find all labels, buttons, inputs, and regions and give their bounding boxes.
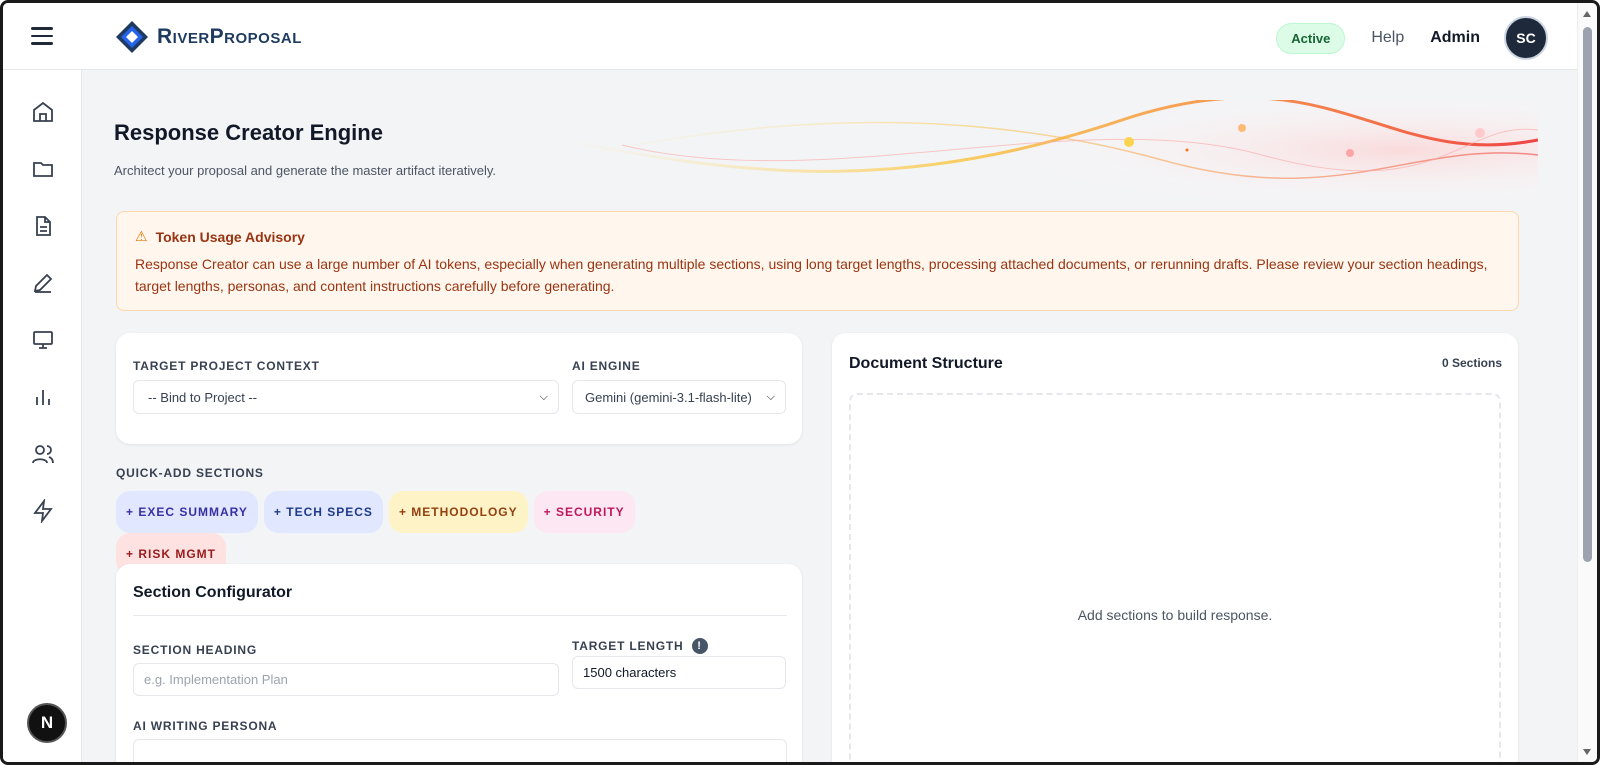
empty-state-text: Add sections to build response. bbox=[1077, 607, 1273, 623]
chevron-down-icon: ⌵ bbox=[539, 390, 548, 403]
section-count: 0 Sections bbox=[1441, 356, 1502, 370]
decorative-wave-graphic bbox=[562, 100, 1538, 200]
target-length-input[interactable]: 1500 characters bbox=[572, 656, 786, 689]
folder-icon[interactable] bbox=[31, 157, 55, 181]
structure-dropzone: Add sections to build response. bbox=[849, 393, 1501, 762]
warning-icon: ⚠ bbox=[135, 228, 148, 244]
logo-diamond-icon bbox=[116, 21, 148, 53]
section-heading-input[interactable]: e.g. Implementation Plan bbox=[133, 663, 559, 696]
header-actions: Active Help Admin SC bbox=[1276, 16, 1548, 60]
app-window: RiverProposal Active Help Admin SC N Res… bbox=[0, 0, 1600, 765]
monitor-icon[interactable] bbox=[31, 328, 55, 352]
pen-icon[interactable] bbox=[31, 271, 55, 295]
quick-add-chip[interactable]: + EXEC SUMMARY bbox=[116, 491, 258, 533]
n-floating-button[interactable]: N bbox=[27, 703, 67, 743]
menu-icon[interactable] bbox=[31, 27, 53, 45]
scroll-up-arrow[interactable] bbox=[1583, 11, 1591, 17]
section-heading-label: Section Heading bbox=[133, 643, 258, 657]
info-icon[interactable]: ! bbox=[691, 638, 708, 654]
help-link[interactable]: Help bbox=[1371, 29, 1404, 47]
target-length-label-wrap: Target Length ! bbox=[572, 638, 708, 654]
project-context-label: Target Project Context bbox=[133, 359, 320, 373]
quick-add-chip[interactable]: + TECH SPECS bbox=[263, 491, 383, 533]
target-length-label: Target Length bbox=[572, 639, 684, 653]
status-badge: Active bbox=[1276, 22, 1346, 54]
document-structure-title: Document Structure bbox=[849, 355, 1003, 372]
project-context-card: Target Project Context -- Bind to Projec… bbox=[116, 333, 802, 444]
scrollbar-thumb[interactable] bbox=[1583, 27, 1592, 562]
document-icon[interactable] bbox=[31, 214, 55, 238]
project-select-value: -- Bind to Project -- bbox=[148, 389, 258, 405]
document-structure-card: Document Structure 0 Sections Add sectio… bbox=[832, 333, 1518, 762]
brand-logo[interactable]: RiverProposal bbox=[115, 19, 302, 55]
configurator-title: Section Configurator bbox=[133, 584, 293, 601]
quick-add-chip[interactable]: + METHODOLOGY bbox=[388, 491, 528, 533]
divider bbox=[133, 615, 787, 616]
page-subtitle: Architect your proposal and generate the… bbox=[114, 163, 497, 178]
home-icon[interactable] bbox=[31, 100, 55, 124]
main-content: Response Creator Engine Architect your p… bbox=[82, 70, 1583, 762]
avatar[interactable]: SC bbox=[1504, 16, 1548, 60]
project-select[interactable]: -- Bind to Project -- ⌵ bbox=[133, 380, 559, 414]
users-icon[interactable] bbox=[31, 442, 55, 466]
chevron-down-icon: ⌵ bbox=[766, 390, 775, 403]
chart-icon[interactable] bbox=[31, 385, 55, 409]
persona-label: AI Writing Persona bbox=[133, 719, 278, 733]
scrollbar-track[interactable] bbox=[1577, 3, 1597, 762]
token-usage-advisory: ⚠ Token Usage Advisory Response Creator … bbox=[116, 211, 1519, 311]
page-header: Response Creator Engine Architect your p… bbox=[114, 120, 496, 178]
persona-select[interactable] bbox=[133, 739, 787, 762]
ai-engine-select[interactable]: Gemini (gemini-3.1-flash-lite) ⌵ bbox=[572, 380, 786, 414]
advisory-body: Response Creator can use a large number … bbox=[135, 256, 1488, 294]
quick-add-chip[interactable]: + SECURITY bbox=[533, 491, 635, 533]
brand-name: RiverProposal bbox=[157, 25, 302, 48]
advisory-title: Token Usage Advisory bbox=[155, 228, 305, 245]
ai-engine-label: AI Engine bbox=[572, 359, 641, 373]
quick-add-label: Quick-Add Sections bbox=[116, 466, 264, 480]
top-bar: RiverProposal Active Help Admin SC bbox=[3, 3, 1583, 70]
section-configurator-card: Section Configurator Section Heading e.g… bbox=[116, 564, 802, 762]
lightning-icon[interactable] bbox=[31, 499, 55, 523]
sidebar bbox=[3, 70, 82, 762]
user-name[interactable]: Admin bbox=[1430, 29, 1480, 47]
ai-engine-value: Gemini (gemini-3.1-flash-lite) bbox=[585, 389, 752, 405]
scroll-down-arrow[interactable] bbox=[1583, 749, 1591, 755]
page-title: Response Creator Engine bbox=[114, 120, 383, 145]
